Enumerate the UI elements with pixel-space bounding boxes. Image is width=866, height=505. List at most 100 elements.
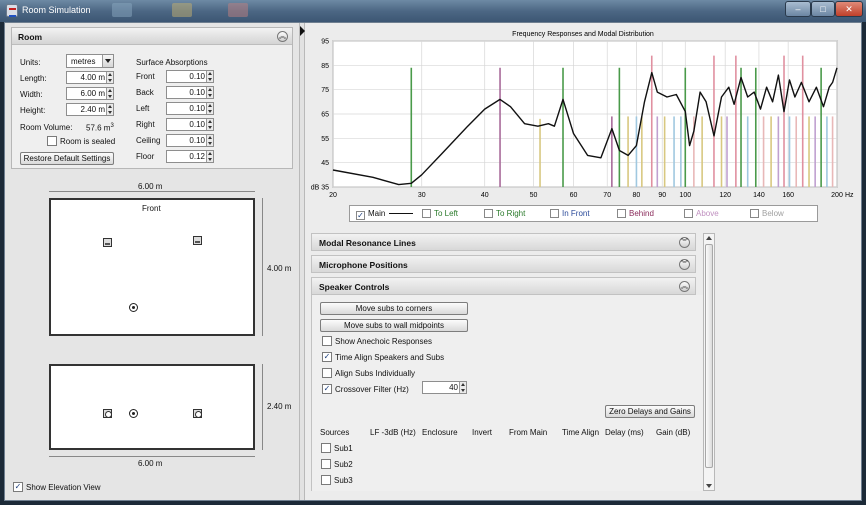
right-speaker-icon[interactable] — [193, 409, 202, 418]
surface-field-front[interactable]: 0.10 — [166, 70, 214, 83]
move-subs-corners-button[interactable]: Move subs to corners — [320, 302, 468, 315]
room-panel: Room ︽ Units: metres Length: 4.00 m Widt… — [11, 27, 293, 169]
microphone-icon[interactable] — [129, 303, 138, 312]
x-tick-label: 200 — [831, 192, 843, 199]
crossover-field[interactable]: 40 — [422, 381, 467, 394]
background-window-icon — [172, 3, 192, 17]
surface-field-right[interactable]: 0.10 — [166, 118, 214, 131]
length-value: 4.00 m — [80, 73, 105, 82]
align-subs-checkbox[interactable] — [322, 368, 332, 378]
close-button[interactable]: ✕ — [835, 1, 863, 17]
y-tick-label: 65 — [321, 112, 329, 119]
legend-label: Main — [368, 209, 386, 218]
legend-item-in-front[interactable]: In Front — [550, 209, 590, 218]
legend-label: To Right — [496, 209, 526, 218]
height-field[interactable]: 2.40 m — [66, 103, 114, 116]
column-header: Invert — [472, 428, 493, 437]
minimize-button[interactable]: – — [785, 1, 811, 17]
legend-label: To Left — [434, 209, 459, 218]
legend-line-swatch — [389, 213, 414, 214]
source-checkbox-sub3[interactable] — [321, 475, 331, 485]
spinner-icon[interactable] — [206, 151, 213, 162]
frequency-response-chart[interactable]: 20 30 40 50 60 70 80 90 100 120 140 160 200 dB 35 45 5… — [305, 23, 861, 223]
width-field[interactable]: 6.00 m — [66, 87, 114, 100]
chevron-down-icon[interactable] — [102, 55, 113, 67]
y-tick-label: 55 — [321, 136, 329, 143]
surface-label-left: Left — [136, 104, 150, 113]
room-panel-header[interactable]: Room ︽ — [12, 28, 292, 45]
surface-field-floor[interactable]: 0.12 — [166, 150, 214, 163]
spinner-icon[interactable] — [206, 119, 213, 130]
left-speaker-icon[interactable] — [103, 409, 112, 418]
time-align-checkbox[interactable]: ✓ — [322, 352, 332, 362]
scroll-down-icon[interactable] — [706, 484, 712, 488]
room-elevation-view[interactable] — [49, 364, 255, 450]
room-sealed-checkbox[interactable] — [47, 136, 57, 146]
expand-chevron-icon[interactable]: ︾ — [679, 259, 690, 270]
show-anechoic-checkbox[interactable] — [322, 336, 332, 346]
collapse-chevron-icon[interactable]: ︽ — [679, 281, 690, 292]
legend-checkbox[interactable] — [684, 209, 693, 218]
window-title: Room Simulation — [22, 5, 91, 15]
legend-item-main[interactable]: ✓ Main — [356, 209, 414, 220]
collapse-chevron-icon[interactable]: ︽ — [277, 31, 288, 42]
room-plan-view[interactable]: Front — [49, 198, 255, 336]
legend-checkbox[interactable] — [550, 209, 559, 218]
column-header: LF -3dB (Hz) — [370, 428, 416, 437]
zero-delays-button[interactable]: Zero Delays and Gains — [605, 405, 695, 418]
surface-field-back[interactable]: 0.10 — [166, 86, 214, 99]
move-subs-midpoints-button[interactable]: Move subs to wall midpoints — [320, 319, 468, 332]
controls-scrollbar[interactable] — [703, 233, 715, 491]
column-header: Sources — [320, 428, 350, 437]
surface-field-ceiling[interactable]: 0.10 — [166, 134, 214, 147]
restore-defaults-button[interactable]: Restore Default Settings — [20, 152, 114, 165]
modal-resonance-header[interactable]: Modal Resonance Lines ︾ — [311, 233, 696, 251]
speaker-controls-header[interactable]: Speaker Controls ︽ — [311, 277, 696, 295]
surface-absorptions-title: Surface Absorptions — [136, 58, 208, 67]
left-speaker-icon[interactable] — [103, 238, 112, 247]
legend-checkbox[interactable] — [422, 209, 431, 218]
scroll-up-icon[interactable] — [706, 236, 712, 240]
crossover-checkbox[interactable]: ✓ — [322, 384, 332, 394]
elev-height-dim: 2.40 m — [267, 402, 292, 411]
expand-chevron-icon[interactable]: ︾ — [679, 237, 690, 248]
spinner-icon[interactable] — [206, 103, 213, 114]
x-tick-label: 20 — [329, 192, 337, 199]
source-checkbox-sub1[interactable] — [321, 443, 331, 453]
chart-svg[interactable]: 20 30 40 50 60 70 80 90 100 120 140 160 200 dB 35 45 5… — [305, 23, 861, 205]
spinner-icon[interactable] — [106, 104, 113, 115]
maximize-button[interactable]: □ — [811, 1, 835, 17]
show-elevation-checkbox[interactable]: ✓ — [13, 482, 23, 492]
legend-checkbox[interactable] — [484, 209, 493, 218]
surface-label-ceiling: Ceiling — [136, 136, 161, 145]
legend-item-above[interactable]: Above — [684, 209, 719, 218]
modal-resonance-title: Modal Resonance Lines — [319, 238, 416, 248]
spinner-icon[interactable] — [106, 88, 113, 99]
x-tick-label: 160 — [782, 192, 794, 199]
spinner-icon[interactable] — [206, 87, 213, 98]
title-bar: Room Simulation – □ ✕ — [0, 0, 866, 22]
legend-item-to-right[interactable]: To Right — [484, 209, 525, 218]
legend-checkbox[interactable] — [750, 209, 759, 218]
legend-checkbox[interactable]: ✓ — [356, 211, 365, 220]
legend-item-below[interactable]: Below — [750, 209, 784, 218]
length-field[interactable]: 4.00 m — [66, 71, 114, 84]
spinner-icon[interactable] — [206, 135, 213, 146]
units-select[interactable]: metres — [66, 54, 114, 68]
microphone-icon[interactable] — [129, 409, 138, 418]
legend-item-behind[interactable]: Behind — [617, 209, 654, 218]
microphone-positions-header[interactable]: Microphone Positions ︾ — [311, 255, 696, 273]
spinner-icon[interactable] — [106, 72, 113, 83]
scrollbar-thumb[interactable] — [705, 244, 713, 468]
elev-width-dim-line — [49, 456, 255, 457]
spinner-icon[interactable] — [206, 71, 213, 82]
legend-item-to-left[interactable]: To Left — [422, 209, 458, 218]
legend-checkbox[interactable] — [617, 209, 626, 218]
chart-title: Frequency Responses and Modal Distributi… — [512, 31, 654, 38]
spinner-icon[interactable] — [459, 382, 466, 393]
surface-value: 0.10 — [189, 136, 205, 145]
right-speaker-icon[interactable] — [193, 236, 202, 245]
surface-field-left[interactable]: 0.10 — [166, 102, 214, 115]
background-window-icon — [228, 3, 248, 17]
source-checkbox-sub2[interactable] — [321, 459, 331, 469]
